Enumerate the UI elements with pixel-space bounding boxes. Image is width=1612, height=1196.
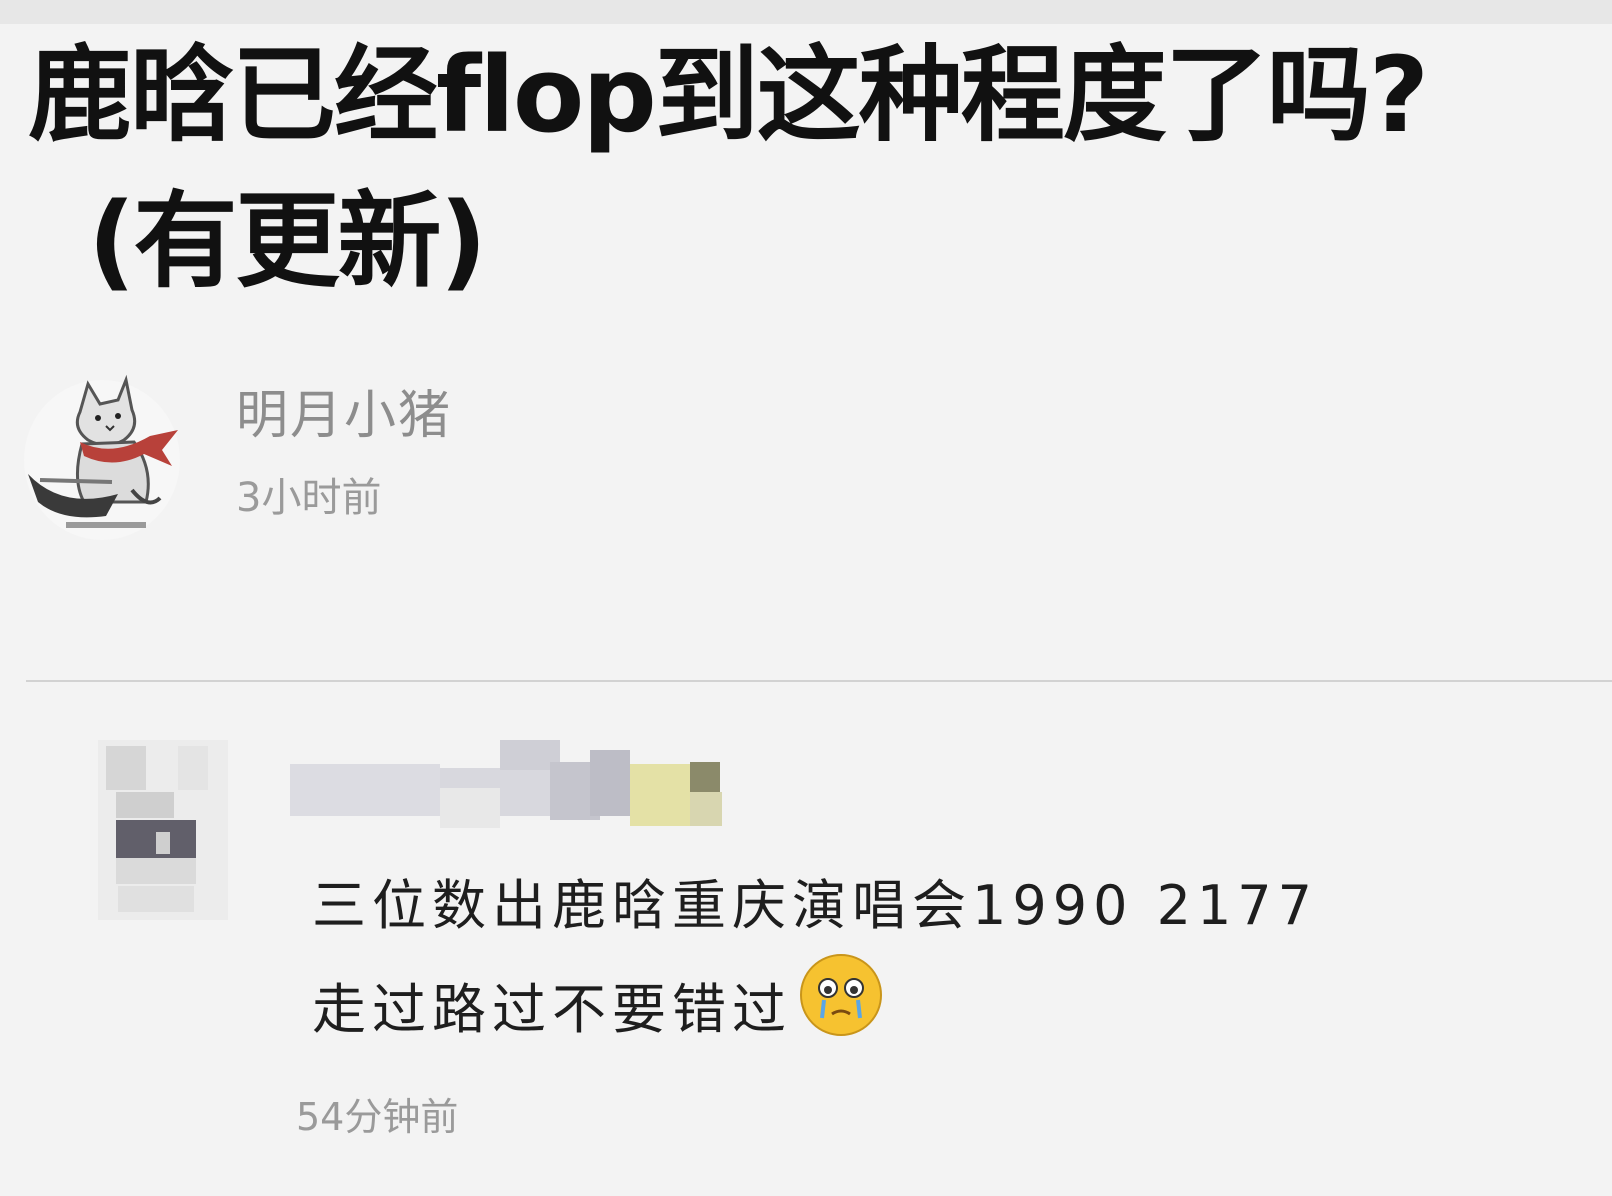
post-title-line-1: 鹿晗已经flop到这种程度了吗? xyxy=(28,34,1429,156)
post-title-line-2: (有更新) xyxy=(88,180,487,302)
post-title: 鹿晗已经flop到这种程度了吗? (有更新) xyxy=(28,22,1588,314)
mosaic-block xyxy=(178,746,208,790)
mosaic-block xyxy=(690,792,722,826)
reply-username-blurred[interactable] xyxy=(290,740,740,828)
divider xyxy=(26,680,1612,682)
reply-text-line-1: 三位数出鹿晗重庆演唱会1990 2177 xyxy=(312,874,1319,937)
mosaic-block xyxy=(590,750,630,816)
mosaic-block xyxy=(156,832,170,854)
reply-text-line-2: 走过路过不要错过 xyxy=(312,952,1318,1056)
fox-avatar-icon xyxy=(24,374,180,540)
mosaic-block xyxy=(116,792,174,818)
mosaic-block xyxy=(106,746,146,790)
post-timestamp: 3小时前 xyxy=(236,475,382,521)
mosaic-block xyxy=(440,788,500,828)
reply-timestamp: 54分钟前 xyxy=(296,1095,459,1139)
mosaic-block xyxy=(116,858,196,884)
reply-avatar[interactable] xyxy=(98,740,234,920)
mosaic-block xyxy=(118,886,194,912)
mosaic-block xyxy=(630,764,690,826)
mosaic-block xyxy=(690,762,720,792)
author-avatar[interactable] xyxy=(22,370,182,540)
reply-text: 三位数出鹿晗重庆演唱会1990 2177 走过路过不要错过 xyxy=(312,860,1318,1056)
reply-text-line-2-text: 走过路过不要错过 xyxy=(312,978,792,1041)
author-name[interactable]: 明月小猪 xyxy=(236,386,452,446)
mosaic-block xyxy=(290,764,440,816)
crying-face-icon xyxy=(800,954,882,1036)
top-edge xyxy=(0,0,1612,24)
